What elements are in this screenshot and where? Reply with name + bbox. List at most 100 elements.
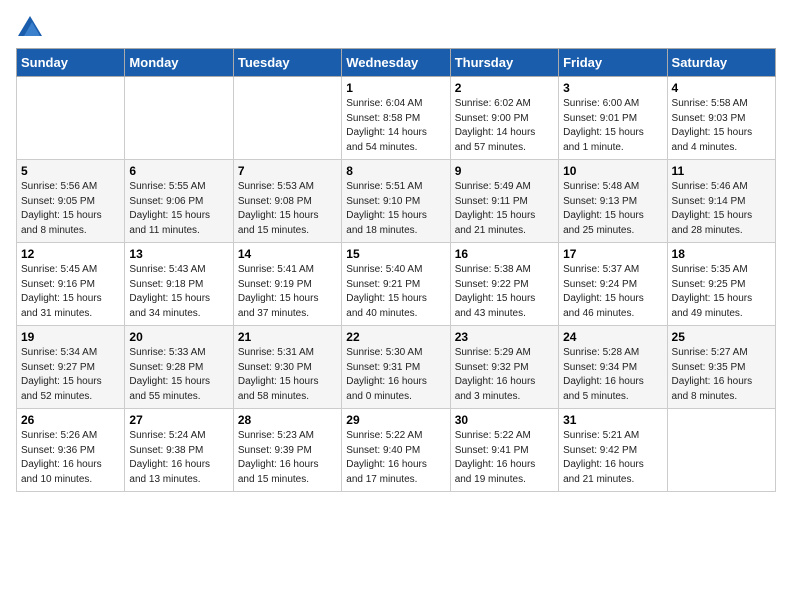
- calendar-cell: 14 Sunrise: 5:41 AMSunset: 9:19 PMDayligh…: [233, 243, 341, 326]
- day-number: 4: [672, 81, 771, 95]
- calendar-week-row: 19 Sunrise: 5:34 AMSunset: 9:27 PMDayligh…: [17, 326, 776, 409]
- calendar-cell: [17, 77, 125, 160]
- day-number: 14: [238, 247, 337, 261]
- day-number: 28: [238, 413, 337, 427]
- day-number: 13: [129, 247, 228, 261]
- calendar-cell: [667, 409, 775, 492]
- day-info: Sunrise: 5:33 AMSunset: 9:28 PMDaylight:…: [129, 346, 228, 404]
- day-info: Sunrise: 5:30 AMSunset: 9:31 PMDaylight:…: [346, 346, 445, 404]
- day-info: Sunrise: 5:26 AMSunset: 9:36 PMDaylight:…: [21, 429, 120, 487]
- day-number: 22: [346, 330, 445, 344]
- calendar-cell: 18 Sunrise: 5:35 AMSunset: 9:25 PMDayligh…: [667, 243, 775, 326]
- calendar-week-row: 26Sunrise: 5:26 AMSunset: 9:36 PMDayligh…: [17, 409, 776, 492]
- day-number: 12: [21, 247, 120, 261]
- day-number: 29: [346, 413, 445, 427]
- day-info: Sunrise: 5:24 AMSunset: 9:38 PMDaylight:…: [129, 429, 228, 487]
- day-number: 18: [672, 247, 771, 261]
- day-number: 25: [672, 330, 771, 344]
- calendar-cell: 16Sunrise: 5:38 AMSunset: 9:22 PMDayligh…: [450, 243, 558, 326]
- day-info: Sunrise: 5:22 AMSunset: 9:40 PMDaylight:…: [346, 429, 445, 487]
- calendar-week-row: 1 Sunrise: 6:04 AMSunset: 8:58 PMDaylight…: [17, 77, 776, 160]
- calendar-cell: 9 Sunrise: 5:49 AMSunset: 9:11 PMDaylight…: [450, 160, 558, 243]
- page-header: [16, 16, 776, 36]
- day-number: 1: [346, 81, 445, 95]
- calendar-cell: 10 Sunrise: 5:48 AMSunset: 9:13 PMDayligh…: [559, 160, 667, 243]
- day-info: Sunrise: 5:46 AMSunset: 9:14 PMDaylight:…: [672, 180, 771, 238]
- calendar-cell: [233, 77, 341, 160]
- day-info: Sunrise: 5:45 AMSunset: 9:16 PMDaylight:…: [21, 263, 120, 321]
- calendar-cell: 30 Sunrise: 5:22 AMSunset: 9:41 PMDayligh…: [450, 409, 558, 492]
- day-info: Sunrise: 5:43 AMSunset: 9:18 PMDaylight:…: [129, 263, 228, 321]
- calendar-cell: 6 Sunrise: 5:55 AMSunset: 9:06 PMDaylight…: [125, 160, 233, 243]
- day-number: 9: [455, 164, 554, 178]
- day-info: Sunrise: 6:00 AMSunset: 9:01 PMDaylight:…: [563, 97, 662, 155]
- day-number: 23: [455, 330, 554, 344]
- day-info: Sunrise: 5:28 AMSunset: 9:34 PMDaylight:…: [563, 346, 662, 404]
- day-number: 2: [455, 81, 554, 95]
- day-number: 27: [129, 413, 228, 427]
- calendar-cell: 13 Sunrise: 5:43 AMSunset: 9:18 PMDayligh…: [125, 243, 233, 326]
- day-number: 16: [455, 247, 554, 261]
- day-number: 10: [563, 164, 662, 178]
- day-info: Sunrise: 5:21 AMSunset: 9:42 PMDaylight:…: [563, 429, 662, 487]
- calendar-cell: 24 Sunrise: 5:28 AMSunset: 9:34 PMDayligh…: [559, 326, 667, 409]
- calendar-cell: 7Sunrise: 5:53 AMSunset: 9:08 PMDaylight…: [233, 160, 341, 243]
- calendar-cell: 11 Sunrise: 5:46 AMSunset: 9:14 PMDayligh…: [667, 160, 775, 243]
- calendar-table: SundayMondayTuesdayWednesdayThursdayFrid…: [16, 48, 776, 492]
- calendar-header-row: SundayMondayTuesdayWednesdayThursdayFrid…: [17, 49, 776, 77]
- day-info: Sunrise: 5:27 AMSunset: 9:35 PMDaylight:…: [672, 346, 771, 404]
- calendar-cell: 17Sunrise: 5:37 AMSunset: 9:24 PMDayligh…: [559, 243, 667, 326]
- day-info: Sunrise: 5:55 AMSunset: 9:06 PMDaylight:…: [129, 180, 228, 238]
- calendar-cell: 2 Sunrise: 6:02 AMSunset: 9:00 PMDaylight…: [450, 77, 558, 160]
- calendar-cell: 5 Sunrise: 5:56 AMSunset: 9:05 PMDaylight…: [17, 160, 125, 243]
- day-number: 11: [672, 164, 771, 178]
- day-info: Sunrise: 5:40 AMSunset: 9:21 PMDaylight:…: [346, 263, 445, 321]
- col-header-wednesday: Wednesday: [342, 49, 450, 77]
- day-info: Sunrise: 5:41 AMSunset: 9:19 PMDaylight:…: [238, 263, 337, 321]
- day-info: Sunrise: 5:48 AMSunset: 9:13 PMDaylight:…: [563, 180, 662, 238]
- day-info: Sunrise: 5:58 AMSunset: 9:03 PMDaylight:…: [672, 97, 771, 155]
- day-number: 30: [455, 413, 554, 427]
- calendar-cell: [125, 77, 233, 160]
- day-number: 7: [238, 164, 337, 178]
- calendar-cell: 22 Sunrise: 5:30 AMSunset: 9:31 PMDayligh…: [342, 326, 450, 409]
- logo-icon: [18, 16, 42, 36]
- day-info: Sunrise: 5:35 AMSunset: 9:25 PMDaylight:…: [672, 263, 771, 321]
- calendar-cell: 20Sunrise: 5:33 AMSunset: 9:28 PMDayligh…: [125, 326, 233, 409]
- day-info: Sunrise: 6:04 AMSunset: 8:58 PMDaylight:…: [346, 97, 445, 155]
- day-number: 6: [129, 164, 228, 178]
- calendar-cell: 31Sunrise: 5:21 AMSunset: 9:42 PMDayligh…: [559, 409, 667, 492]
- day-number: 5: [21, 164, 120, 178]
- day-info: Sunrise: 5:56 AMSunset: 9:05 PMDaylight:…: [21, 180, 120, 238]
- day-number: 24: [563, 330, 662, 344]
- day-info: Sunrise: 5:23 AMSunset: 9:39 PMDaylight:…: [238, 429, 337, 487]
- col-header-monday: Monday: [125, 49, 233, 77]
- logo: [16, 16, 42, 36]
- calendar-cell: 21Sunrise: 5:31 AMSunset: 9:30 PMDayligh…: [233, 326, 341, 409]
- day-info: Sunrise: 5:29 AMSunset: 9:32 PMDaylight:…: [455, 346, 554, 404]
- calendar-week-row: 5 Sunrise: 5:56 AMSunset: 9:05 PMDaylight…: [17, 160, 776, 243]
- day-number: 3: [563, 81, 662, 95]
- calendar-cell: 28 Sunrise: 5:23 AMSunset: 9:39 PMDayligh…: [233, 409, 341, 492]
- day-info: Sunrise: 5:22 AMSunset: 9:41 PMDaylight:…: [455, 429, 554, 487]
- calendar-cell: 3 Sunrise: 6:00 AMSunset: 9:01 PMDaylight…: [559, 77, 667, 160]
- calendar-cell: 15Sunrise: 5:40 AMSunset: 9:21 PMDayligh…: [342, 243, 450, 326]
- calendar-cell: 12 Sunrise: 5:45 AMSunset: 9:16 PMDayligh…: [17, 243, 125, 326]
- col-header-sunday: Sunday: [17, 49, 125, 77]
- day-number: 19: [21, 330, 120, 344]
- calendar-week-row: 12 Sunrise: 5:45 AMSunset: 9:16 PMDayligh…: [17, 243, 776, 326]
- calendar-cell: 4 Sunrise: 5:58 AMSunset: 9:03 PMDaylight…: [667, 77, 775, 160]
- calendar-cell: 19 Sunrise: 5:34 AMSunset: 9:27 PMDayligh…: [17, 326, 125, 409]
- calendar-cell: 1 Sunrise: 6:04 AMSunset: 8:58 PMDaylight…: [342, 77, 450, 160]
- col-header-friday: Friday: [559, 49, 667, 77]
- day-number: 17: [563, 247, 662, 261]
- calendar-cell: 26Sunrise: 5:26 AMSunset: 9:36 PMDayligh…: [17, 409, 125, 492]
- col-header-thursday: Thursday: [450, 49, 558, 77]
- calendar-cell: 8 Sunrise: 5:51 AMSunset: 9:10 PMDaylight…: [342, 160, 450, 243]
- day-info: Sunrise: 5:49 AMSunset: 9:11 PMDaylight:…: [455, 180, 554, 238]
- calendar-cell: 29 Sunrise: 5:22 AMSunset: 9:40 PMDayligh…: [342, 409, 450, 492]
- day-info: Sunrise: 5:51 AMSunset: 9:10 PMDaylight:…: [346, 180, 445, 238]
- day-number: 8: [346, 164, 445, 178]
- day-info: Sunrise: 5:34 AMSunset: 9:27 PMDaylight:…: [21, 346, 120, 404]
- day-info: Sunrise: 6:02 AMSunset: 9:00 PMDaylight:…: [455, 97, 554, 155]
